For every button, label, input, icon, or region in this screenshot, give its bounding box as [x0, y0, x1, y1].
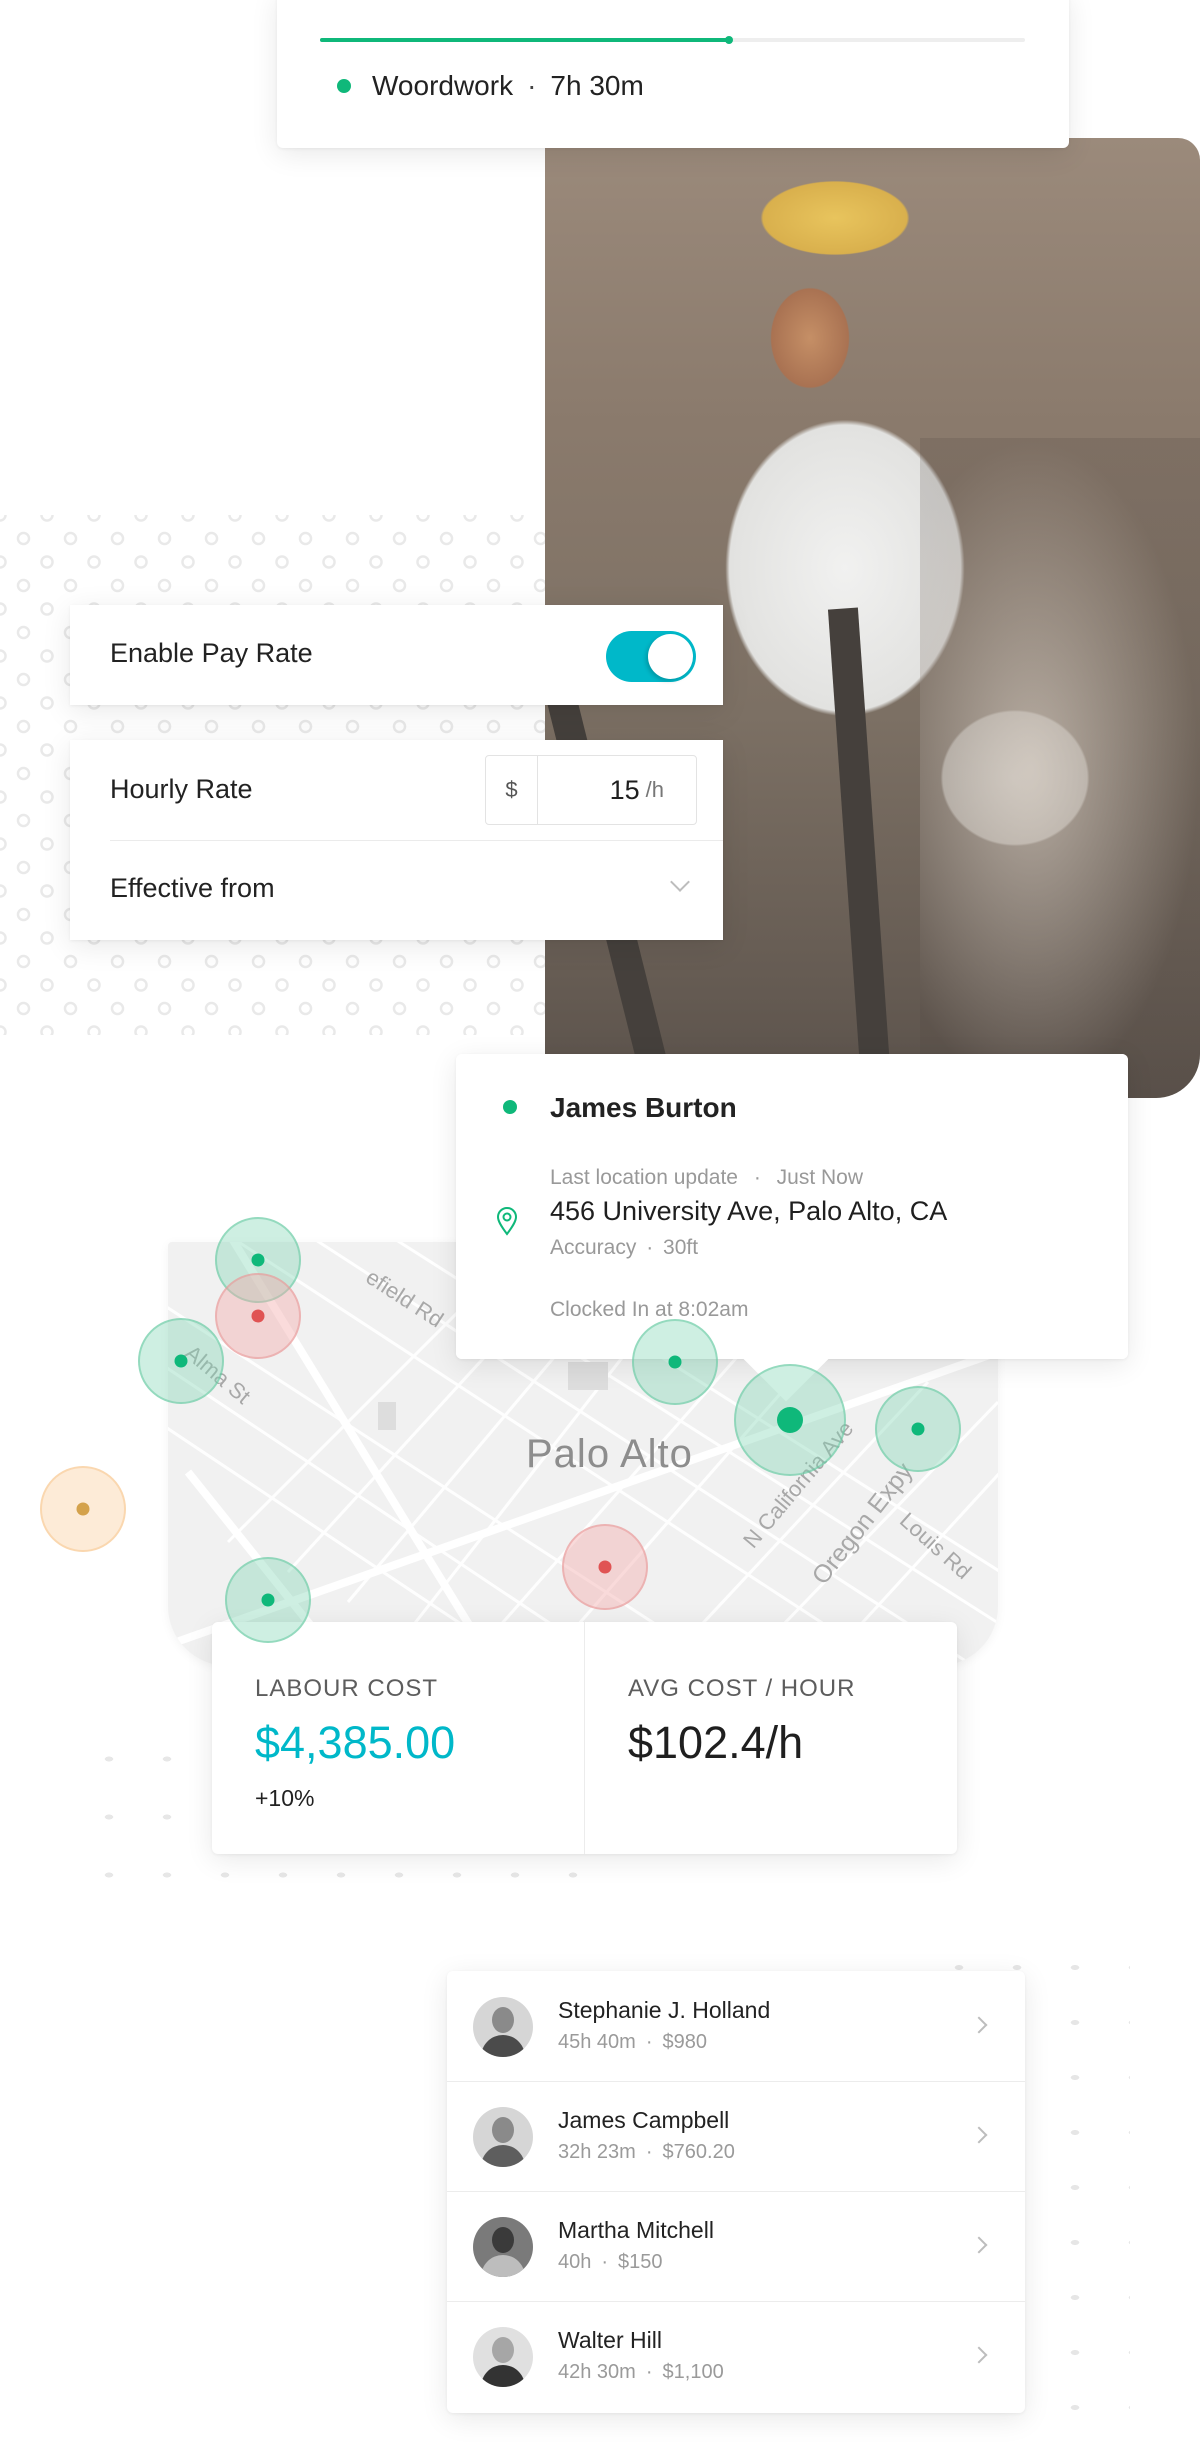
chevron-right-icon	[970, 2126, 988, 2144]
activity-name: Woordwork	[372, 70, 514, 101]
employee-summary: 45h 40m · $980	[558, 2031, 707, 2054]
employee-amount: $150	[618, 2251, 663, 2273]
marker-pin-icon	[598, 1560, 612, 1574]
progress-bar	[320, 36, 1025, 44]
employee-amount: $1,100	[662, 2361, 724, 2383]
separator: ·	[527, 70, 537, 101]
accuracy-label: Accuracy	[550, 1236, 637, 1259]
chevron-right-icon	[970, 2016, 988, 2034]
labour-cost-stat: LABOUR COST $4,385.00 +10%	[212, 1622, 584, 1854]
marker-pin-icon	[76, 1502, 90, 1516]
avatar	[473, 2217, 533, 2277]
marker-pin-icon	[911, 1422, 925, 1436]
map-marker-selected[interactable]	[734, 1364, 846, 1476]
hourly-rate-input[interactable]: $ 15 /h	[485, 755, 697, 825]
location-pin-icon	[496, 1207, 518, 1236]
employee-hours: 42h 30m	[558, 2361, 636, 2383]
hourly-rate-unit: /h	[645, 777, 664, 802]
separator: ·	[601, 2251, 609, 2273]
map-marker-active[interactable]	[632, 1319, 718, 1405]
employee-name: James Campbell	[558, 2107, 730, 2133]
avatar	[473, 2107, 533, 2167]
list-item[interactable]: Martha Mitchell 40h · $150	[447, 2191, 1025, 2301]
employee-summary: 42h 30m · $1,100	[558, 2361, 724, 2384]
online-status-icon	[503, 1100, 517, 1114]
map-marker-pending[interactable]	[40, 1466, 126, 1552]
enable-pay-rate-card: Enable Pay Rate	[70, 605, 723, 705]
photo-strap-right	[827, 607, 893, 1098]
separator: ·	[645, 2031, 653, 2053]
list-item[interactable]: James Campbell 32h 23m · $760.20	[447, 2081, 1025, 2191]
marker-pin-icon	[251, 1309, 265, 1323]
employee-amount: $760.20	[662, 2141, 735, 2163]
employee-hours: 45h 40m	[558, 2031, 636, 2053]
activity-label: Woordwork · 7h 30m	[337, 70, 644, 102]
labour-cost-value: $4,385.00	[255, 1717, 456, 1768]
currency-prefix: $	[486, 756, 538, 824]
clocked-in-time: Clocked In at 8:02am	[550, 1298, 749, 1321]
employee-summary: 32h 23m · $760.20	[558, 2141, 735, 2164]
last-update: Last location update · Just Now	[550, 1166, 863, 1190]
hourly-rate-number: 15	[609, 774, 640, 805]
progress-fill	[320, 38, 729, 42]
separator: ·	[753, 1166, 761, 1189]
avg-cost-title: AVG COST / HOUR	[628, 1675, 856, 1702]
chevron-down-icon	[670, 872, 690, 892]
labour-cost-title: LABOUR COST	[255, 1675, 439, 1702]
activity-duration: 7h 30m	[550, 70, 644, 101]
employee-hours: 32h 23m	[558, 2141, 636, 2163]
marker-pin-icon	[777, 1407, 803, 1433]
employee-name: Martha Mitchell	[558, 2217, 714, 2243]
map-marker-inactive[interactable]	[215, 1273, 301, 1359]
map-marker-active[interactable]	[875, 1386, 961, 1472]
avg-cost-stat: AVG COST / HOUR $102.4/h	[584, 1622, 957, 1854]
labour-stats-card: LABOUR COST $4,385.00 +10% AVG COST / HO…	[212, 1622, 957, 1854]
effective-from-label: Effective from	[110, 873, 275, 903]
employee-address: 456 University Ave, Palo Alto, CA	[550, 1196, 948, 1226]
map-city-label: Palo Alto	[526, 1432, 693, 1476]
enable-pay-rate-toggle[interactable]	[606, 631, 696, 682]
last-update-value: Just Now	[776, 1166, 864, 1189]
marker-pin-icon	[668, 1355, 682, 1369]
employee-summary: 40h · $150	[558, 2251, 663, 2274]
chevron-right-icon	[970, 2236, 988, 2254]
list-item[interactable]: Walter Hill 42h 30m · $1,100	[447, 2301, 1025, 2411]
separator: ·	[645, 2141, 653, 2163]
employee-list: Stephanie J. Holland 45h 40m · $980 James …	[447, 1971, 1025, 2413]
hourly-rate-label: Hourly Rate	[110, 774, 253, 804]
marker-pin-icon	[251, 1253, 265, 1267]
avg-cost-value: $102.4/h	[628, 1717, 804, 1768]
progress-knob[interactable]	[724, 36, 733, 44]
accuracy: Accuracy · 30ft	[550, 1236, 698, 1260]
separator: ·	[645, 2361, 653, 2383]
labour-cost-delta: +10%	[255, 1785, 315, 1811]
hourly-rate-value[interactable]: 15 /h	[538, 756, 696, 824]
last-update-label: Last location update	[550, 1166, 738, 1189]
marker-pin-icon	[261, 1593, 275, 1607]
employee-hours: 40h	[558, 2251, 592, 2273]
accuracy-value: 30ft	[663, 1236, 699, 1259]
employee-location-card: James Burton Last location update · Just…	[456, 1054, 1128, 1402]
photo-dust	[920, 438, 1200, 1098]
avatar	[473, 1997, 533, 2057]
employee-name: Walter Hill	[558, 2327, 662, 2353]
employee-name[interactable]: James Burton	[550, 1092, 737, 1124]
separator: ·	[646, 1236, 654, 1259]
hourly-rate-card: Hourly Rate $ 15 /h Effective from	[70, 740, 723, 940]
effective-from-select[interactable]: Effective from	[70, 841, 723, 940]
status-dot-icon	[337, 79, 351, 93]
map-marker-active[interactable]	[225, 1557, 311, 1643]
list-item[interactable]: Stephanie J. Holland 45h 40m · $980	[447, 1971, 1025, 2081]
map-marker-active[interactable]	[138, 1318, 224, 1404]
activity-progress-card: Woordwork · 7h 30m	[277, 0, 1069, 148]
chevron-right-icon	[970, 2346, 988, 2364]
enable-pay-rate-label: Enable Pay Rate	[110, 638, 313, 668]
avatar	[473, 2327, 533, 2387]
employee-name: Stephanie J. Holland	[558, 1997, 771, 2023]
toggle-knob	[648, 634, 693, 679]
marker-pin-icon	[174, 1354, 188, 1368]
employee-amount: $980	[662, 2031, 708, 2053]
map-marker-inactive[interactable]	[562, 1524, 648, 1610]
